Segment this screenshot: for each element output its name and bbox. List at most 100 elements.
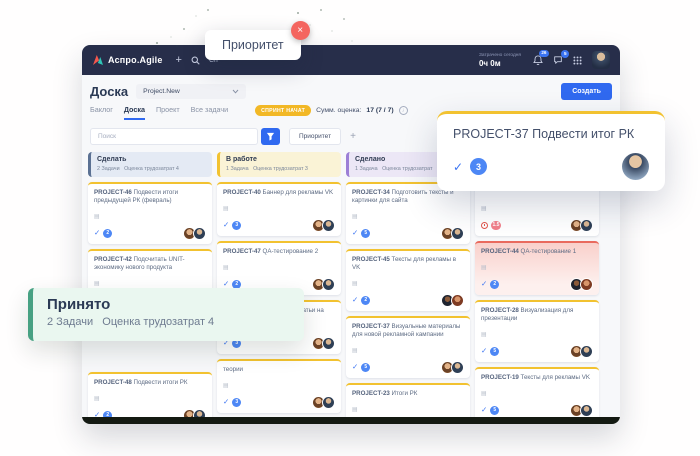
tab-project[interactable]: Проект [156,105,180,120]
board-column: В работе1 Задача Оценка трудозатрат 3 PRO… [217,152,341,417]
task-card-callout[interactable]: PROJECT-37 Подвести итог РК ✓ 3 [437,111,665,191]
tab-all-tasks[interactable]: Все задачи [191,105,228,120]
avatar [322,219,335,232]
description-icon: ▤ [94,214,100,221]
task-card[interactable]: PROJECT-46 Подвести итоги предыдущей РК … [88,182,212,244]
avatar [580,219,593,232]
board-column: ▤1.5PROJECT-44 QA-тестирование 1▤✓2PROJE… [475,152,599,417]
column-header[interactable]: Сделать2 Задачи Оценка трудозатрат 4 [88,152,212,177]
task-footer: ✓3 [223,219,335,231]
assignee-avatars [444,227,464,240]
column-header[interactable]: В работе1 Задача Оценка трудозатрат 3 [217,152,341,177]
assignee-avatars [315,396,335,409]
assignee-avatars [186,227,206,240]
brand: Аспро.Agile [92,54,163,66]
check-icon: ✓ [223,280,229,288]
notifications-button[interactable]: 26 [533,55,543,66]
estimate-badge: 3 [232,221,241,230]
estimate-badge: 2 [361,296,370,305]
description-icon: ▤ [352,348,358,355]
task-title: PROJECT-42 Подсчитать UNIT-экономику нов… [94,256,206,272]
task-title: PROJECT-46 Подвести итоги предыдущей РК … [94,189,206,205]
task-card[interactable]: PROJECT-40 Баннер для рекламы VK ▤ ✓3 [217,182,341,236]
estimate-badge: 3 [470,158,487,175]
check-icon: ✓ [481,347,487,355]
page-header: Доска Project.New Создать [82,75,620,102]
project-selector-value: Project.New [143,88,180,95]
task-title: PROJECT-44 QA-тестирование 1 [481,248,593,256]
assignee-avatars [573,345,593,358]
task-card[interactable]: PROJECT-45 Тексты для рекламы в VK▤✓2 [346,249,470,311]
chevron-down-icon [232,89,239,94]
avatar [580,278,593,291]
estimate-badge: 5 [490,347,499,356]
task-footer: ✓5 [352,227,464,239]
task-card[interactable]: PROJECT-47 QA-тестирование 2▤✓2 [217,241,341,295]
accepted-title: Принято [47,296,290,313]
project-selector[interactable]: Project.New [136,84,246,99]
funnel-icon [266,132,275,141]
tab-board[interactable]: Доска [124,105,145,120]
avatar [322,278,335,291]
time-tracker-value: 0ч 0м [479,59,521,68]
deadline-clock-icon [481,222,488,229]
task-card[interactable]: PROJECT-48 Подвести итоги РК▤✓2 [88,372,212,417]
top-navbar: Аспро.Agile + Сп Затрачено сегодня 0ч 0м… [82,45,620,75]
priority-filter-chip[interactable]: Приоритет [289,128,341,145]
search-icon[interactable] [191,56,200,65]
task-code: PROJECT-46 [94,189,134,196]
time-tracker: Затрачено сегодня 0ч 0м [479,53,521,68]
avatar [193,227,206,240]
messages-button[interactable]: 5 [553,55,563,65]
filter-button[interactable] [261,128,280,145]
avatar [451,294,464,307]
task-title: PROJECT-40 Баннер для рекламы VK [223,189,335,197]
task-card[interactable]: PROJECT-23 Итоги РК▤✓5 [346,383,470,417]
task-card[interactable]: теории▤✓3 [217,359,341,413]
add-filter-button[interactable]: + [350,132,356,142]
column-meta: 2 Задачи Оценка трудозатрат 4 [97,166,206,172]
description-icon: ▤ [352,407,358,414]
task-code: PROJECT-44 [481,248,521,255]
create-button[interactable]: Создать [561,83,612,100]
avatar [451,361,464,374]
task-footer: ✓5 [352,361,464,373]
check-icon: ✓ [352,363,358,371]
task-card[interactable]: PROJECT-34 Подготовить тексты и картинки… [346,182,470,244]
info-icon[interactable]: i [399,106,408,115]
close-icon[interactable]: × [291,21,310,40]
estimate-badge: 5 [490,406,499,415]
estimate-badge: 1.5 [491,221,501,230]
task-code: PROJECT-47 [223,248,263,255]
messages-badge: 5 [561,50,569,58]
add-icon[interactable]: + [176,55,182,66]
assignee-avatars [573,219,593,232]
estimate-badge: 5 [361,229,370,238]
description-icon: ▤ [481,206,487,213]
task-footer: ✓2 [94,227,206,239]
callout-task-title: PROJECT-37 Подвести итог РК [453,127,649,141]
accepted-column-callout[interactable]: Принято 2 Задачи Оценка трудозатрат 4 [28,288,304,341]
task-card[interactable]: PROJECT-44 QA-тестирование 1▤✓2 [475,241,599,295]
notifications-badge: 26 [539,50,549,58]
assignee-avatar [622,153,649,180]
avatar [580,404,593,417]
task-card[interactable]: PROJECT-28 Визуализация для презентации▤… [475,300,599,362]
avatar [580,345,593,358]
assignee-avatars [573,278,593,291]
check-icon: ✓ [481,280,487,288]
apps-grid-button[interactable] [573,56,582,65]
task-footer: ✓5 [481,404,593,416]
task-card[interactable]: PROJECT-19 Тексты для рекламы VK▤✓5 [475,367,599,417]
task-footer: ✓3 [223,396,335,408]
description-icon: ▤ [352,281,358,288]
estimate-badge: 5 [361,363,370,372]
description-icon: ▤ [223,265,229,272]
task-title: PROJECT-48 Подвести итоги РК [94,379,206,387]
description-icon: ▤ [223,206,229,213]
tab-backlog[interactable]: Баклог [90,105,113,120]
description-icon: ▤ [481,332,487,339]
search-input[interactable] [96,132,252,141]
task-card[interactable]: PROJECT-37 Визуальные материалы для ново… [346,316,470,378]
user-avatar[interactable] [592,51,610,69]
